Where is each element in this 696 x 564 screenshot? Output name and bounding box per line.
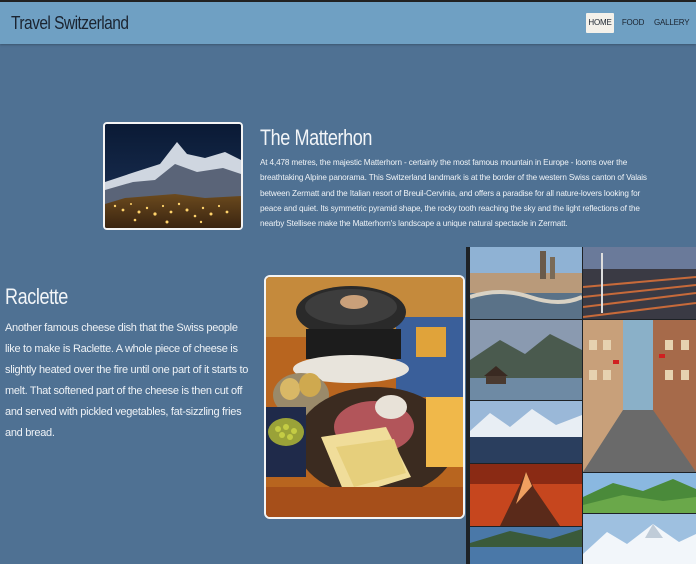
nav-food[interactable]: FOOD xyxy=(621,13,645,33)
matterhorn-night-illustration xyxy=(105,124,241,228)
navbar: Travel Switzerland HOME FOOD GALLERY xyxy=(0,2,696,44)
nav-gallery[interactable]: GALLERY xyxy=(654,13,690,33)
blue-lake-image xyxy=(470,527,582,564)
matterhorn-heading: The Matterhon xyxy=(260,125,372,150)
snowy-peaks-image xyxy=(583,514,696,564)
green-valley-image xyxy=(583,473,696,513)
photo-gallery xyxy=(466,247,696,564)
gallery-photo-old-town-street[interactable] xyxy=(583,320,696,472)
zurich-river-image xyxy=(470,247,582,319)
gallery-photo-snowy-peaks[interactable] xyxy=(583,514,696,564)
raclette-description: Another famous cheese dish that the Swis… xyxy=(5,322,249,439)
gallery-photo-matterhorn-sunset[interactable] xyxy=(470,464,582,526)
brand-title[interactable]: Travel Switzerland xyxy=(11,13,129,34)
gallery-photo-alpine-lake-chapel[interactable] xyxy=(470,320,582,400)
raclette-food-photo xyxy=(264,275,465,519)
gallery-photo-zurich-rail[interactable] xyxy=(583,247,696,319)
nav-home[interactable]: HOME xyxy=(586,13,614,33)
gallery-photo-mountain-lake[interactable] xyxy=(470,401,582,463)
raclette-heading: Raclette xyxy=(5,284,68,309)
gallery-photo-zurich-river[interactable] xyxy=(470,247,582,319)
matterhorn-sunset-image xyxy=(470,464,582,526)
raclette-illustration xyxy=(266,277,463,517)
zurich-rail-image xyxy=(583,247,696,319)
gallery-photo-blue-lake[interactable] xyxy=(470,527,582,564)
alpine-lake-chapel-image xyxy=(470,320,582,400)
matterhorn-night-photo xyxy=(103,122,243,230)
old-town-street-image xyxy=(583,320,696,472)
gallery-photo-green-valley[interactable] xyxy=(583,473,696,513)
matterhorn-description: At 4,478 metres, the majestic Matterhorn… xyxy=(260,158,647,229)
mountain-lake-image xyxy=(470,401,582,463)
